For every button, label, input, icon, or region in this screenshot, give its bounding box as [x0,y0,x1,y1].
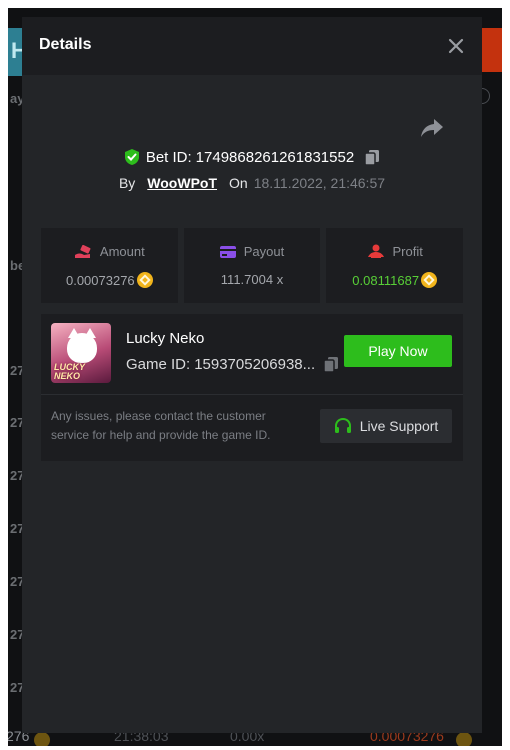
amount-value: 0.00073276 [65,272,135,288]
bet-date: 18.11.2022, 21:46:57 [253,175,386,191]
person-chip-icon [367,244,384,258]
copy-icon[interactable] [364,149,380,166]
username-link[interactable]: WooWPoT [147,175,217,191]
live-support-label: Live Support [359,418,439,434]
game-id-row: Game ID: 1593705206938... [126,356,339,373]
close-icon [448,38,464,54]
bet-id-row: Bet ID: 1749868261261831552 [22,148,482,166]
bet-id-value: 1749868261261831552 [195,148,355,166]
profit-value: 0.08111687 [352,272,420,288]
bet-id-label: Bet ID: [145,148,192,166]
game-id-value: 1593705206938... [194,356,316,373]
modal-title: Details [39,36,92,53]
support-notice: Any issues, please contact the customer … [51,409,271,442]
bet-details-modal: Details Bet ID: 1749868261261831552 By W… [22,17,482,733]
share-icon [421,119,443,137]
bet-stats: Amount 0.00073276 Payout 111.7004 x Prof… [41,228,464,303]
close-button[interactable] [444,34,468,58]
game-id-label: Game ID: [126,356,191,373]
bet-author-row: By WooWPoT On 18.11.2022, 21:46:57 [22,175,482,191]
by-label: By [118,175,136,191]
divider [41,394,463,395]
wallet-hand-icon [74,244,91,258]
coin-icon [456,732,472,746]
profit-stat: Profit 0.08111687 [326,228,464,303]
lucky-cat-image [67,328,97,363]
coin-icon [421,272,438,288]
profit-label: Profit [392,244,423,259]
modal-header: Details [22,17,482,75]
verified-shield-icon [124,149,139,165]
backdrop-button-fragment [480,28,502,72]
amount-stat: Amount 0.00073276 [41,228,178,303]
coin-icon [34,732,50,746]
game-logo-text: LUCKY NEKO [54,362,85,381]
copy-icon[interactable] [323,356,339,373]
share-button[interactable] [420,117,444,139]
payout-value: 111.7004 x [220,272,284,287]
coin-icon [136,272,153,288]
headset-icon [334,417,351,433]
on-label: On [229,175,248,191]
payout-stat: Payout 111.7004 x [183,228,321,303]
amount-label: Amount [99,244,145,259]
game-card: LUCKY NEKO Lucky Neko Game ID: 159370520… [41,314,463,461]
live-support-button[interactable]: Live Support [320,409,452,443]
game-thumbnail[interactable]: LUCKY NEKO [51,323,111,383]
card-icon [219,245,236,258]
play-now-button[interactable]: Play Now [344,335,452,367]
payout-label: Payout [243,244,285,259]
game-name: Lucky Neko [126,330,205,347]
